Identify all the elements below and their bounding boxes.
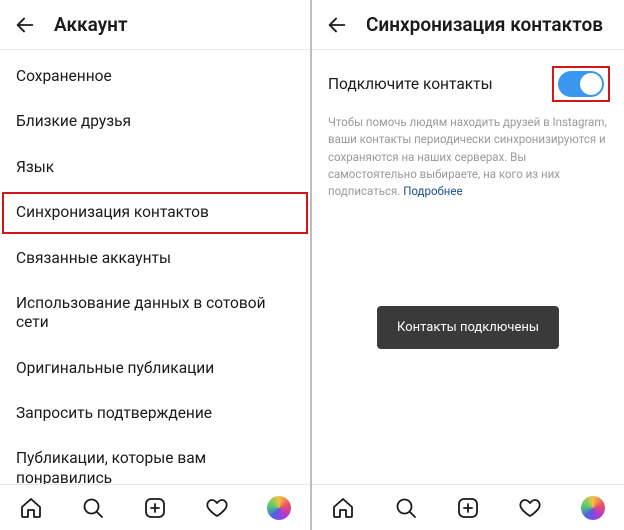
connect-contacts-label: Подключите контакты: [328, 75, 493, 93]
settings-item-contacts-sync[interactable]: Синхронизация контактов: [0, 190, 310, 235]
settings-item-language[interactable]: Язык: [0, 145, 310, 190]
profile-avatar-icon[interactable]: [266, 495, 292, 521]
connect-contacts-row: Подключите контакты: [328, 68, 608, 100]
settings-item-original-posts[interactable]: Оригинальные публикации: [0, 346, 310, 391]
new-post-icon[interactable]: [455, 495, 481, 521]
home-icon[interactable]: [18, 495, 44, 521]
page-title: Аккаунт: [54, 13, 128, 36]
bottom-nav: [0, 484, 310, 530]
back-arrow-icon[interactable]: [324, 12, 350, 38]
connect-contacts-toggle[interactable]: [558, 71, 604, 97]
toast-area: Контакты подключены: [312, 200, 624, 484]
description-text: Чтобы помочь людям находить друзей в Ins…: [328, 115, 607, 198]
settings-item-saved[interactable]: Сохраненное: [0, 54, 310, 99]
page-title: Синхронизация контактов: [366, 13, 603, 36]
search-icon[interactable]: [80, 495, 106, 521]
toggle-highlight: [554, 68, 608, 100]
account-settings-pane: Аккаунт Сохраненное Близкие друзья Язык …: [0, 0, 312, 530]
settings-item-request-verification[interactable]: Запросить подтверждение: [0, 391, 310, 436]
learn-more-link[interactable]: Подробнее: [403, 184, 462, 198]
settings-item-liked-posts[interactable]: Публикации, которые вам понравились: [0, 436, 310, 484]
search-icon[interactable]: [393, 495, 419, 521]
settings-list: Сохраненное Близкие друзья Язык Синхрони…: [0, 50, 310, 484]
profile-avatar-icon[interactable]: [580, 495, 606, 521]
contacts-sync-pane: Синхронизация контактов Подключите конта…: [312, 0, 624, 530]
activity-heart-icon[interactable]: [517, 495, 543, 521]
settings-item-cellular-data[interactable]: Использование данных в сотовой сети: [0, 281, 310, 346]
connect-contacts-description: Чтобы помочь людям находить друзей в Ins…: [328, 114, 608, 200]
new-post-icon[interactable]: [142, 495, 168, 521]
header: Аккаунт: [0, 0, 310, 50]
connect-contacts-section: Подключите контакты Чтобы помочь людям н…: [312, 50, 624, 200]
contacts-connected-toast: Контакты подключены: [377, 306, 559, 349]
header: Синхронизация контактов: [312, 0, 624, 50]
bottom-nav: [312, 484, 624, 530]
settings-item-linked-accounts[interactable]: Связанные аккаунты: [0, 236, 310, 281]
settings-item-close-friends[interactable]: Близкие друзья: [0, 99, 310, 144]
home-icon[interactable]: [330, 495, 356, 521]
back-arrow-icon[interactable]: [12, 12, 38, 38]
toggle-knob: [580, 73, 602, 95]
activity-heart-icon[interactable]: [204, 495, 230, 521]
